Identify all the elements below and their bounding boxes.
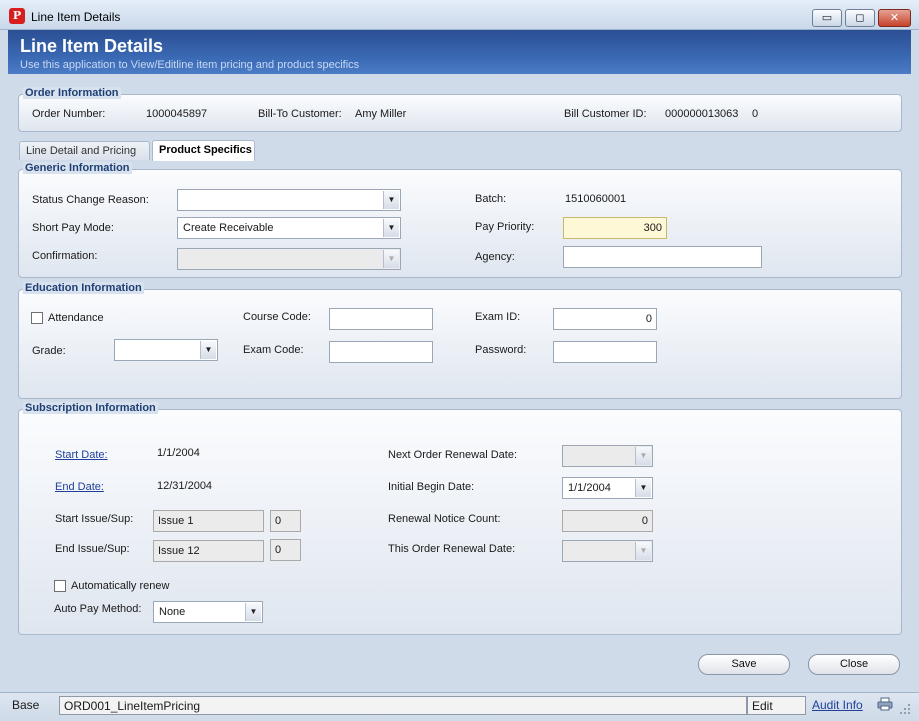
password-label: Password:: [475, 344, 527, 356]
this-order-renewal-date-label: This Order Renewal Date:: [388, 543, 516, 555]
header-banner: Line Item Details Use this application t…: [8, 30, 911, 74]
tab-product-specifics[interactable]: Product Specifics: [152, 140, 255, 161]
attendance-checkbox[interactable]: [31, 312, 43, 324]
minimize-button[interactable]: ▭: [812, 9, 842, 27]
education-information-legend: Education Information: [23, 282, 144, 294]
start-issue-input[interactable]: Issue 1: [153, 510, 264, 532]
window-titlebar: P Line Item Details ▭ ◻ ✕: [0, 0, 919, 30]
generic-information-panel: [18, 169, 902, 278]
start-date-value: 1/1/2004: [157, 447, 200, 459]
start-issue-sup-input[interactable]: 0: [270, 510, 301, 532]
page-subtitle: Use this application to View/Editline it…: [20, 59, 360, 71]
automatically-renew-checkbox[interactable]: [54, 580, 66, 592]
password-input[interactable]: [553, 341, 657, 363]
resize-grip-icon[interactable]: [899, 703, 911, 715]
page-title: Line Item Details: [20, 36, 164, 56]
pay-priority-input[interactable]: 300: [563, 217, 667, 239]
initial-begin-date-select[interactable]: 1/1/2004 ▼: [562, 477, 653, 499]
start-issue-label: Start Issue/Sup:: [55, 513, 134, 525]
next-order-renewal-date-select[interactable]: ▼: [562, 445, 653, 467]
grade-select[interactable]: ▼: [114, 339, 218, 361]
chevron-down-icon[interactable]: ▼: [383, 219, 399, 237]
automatically-renew-label: Automatically renew: [71, 580, 170, 592]
auto-pay-method-value: None: [159, 606, 186, 618]
order-number-value: 1000045897: [146, 108, 208, 120]
agency-input[interactable]: [563, 246, 762, 268]
exam-code-label: Exam Code:: [243, 344, 304, 356]
bill-customer-id-suffix: 0: [752, 108, 759, 120]
audit-info-link[interactable]: Audit Info: [812, 698, 863, 712]
save-button[interactable]: Save: [698, 654, 790, 675]
status-change-reason-label: Status Change Reason:: [32, 194, 149, 206]
status-base-label: Base: [12, 698, 40, 712]
bill-customer-id-value: 000000013063: [665, 108, 739, 120]
chevron-down-icon[interactable]: ▼: [245, 603, 261, 621]
start-date-link[interactable]: Start Date:: [55, 449, 108, 461]
course-code-input[interactable]: [329, 308, 433, 330]
order-information-legend: Order Information: [23, 87, 121, 99]
printer-icon[interactable]: [877, 697, 893, 711]
status-bar: Base ORD001_LineItemPricing Edit Audit I…: [0, 692, 919, 721]
renewal-notice-count-label: Renewal Notice Count:: [388, 513, 501, 525]
close-button[interactable]: Close: [808, 654, 900, 675]
chevron-down-icon[interactable]: ▼: [635, 479, 651, 497]
window-title: Line Item Details: [31, 10, 121, 24]
close-window-button[interactable]: ✕: [878, 9, 911, 27]
batch-value: 1510060001: [565, 193, 627, 205]
order-number-label: Order Number:: [32, 108, 106, 120]
end-date-value: 12/31/2004: [157, 480, 213, 492]
chevron-down-icon[interactable]: ▼: [635, 447, 651, 465]
end-issue-sup-input[interactable]: 0: [270, 539, 301, 561]
course-code-label: Course Code:: [243, 311, 311, 323]
maximize-button[interactable]: ◻: [845, 9, 875, 27]
status-form-name: ORD001_LineItemPricing: [59, 696, 747, 715]
agency-label: Agency:: [475, 251, 515, 263]
chevron-down-icon[interactable]: ▼: [383, 191, 399, 209]
bill-customer-id-label: Bill Customer ID:: [564, 108, 647, 120]
subscription-information-legend: Subscription Information: [23, 402, 158, 414]
tab-line-detail-and-pricing[interactable]: Line Detail and Pricing: [19, 141, 150, 160]
confirmation-label: Confirmation:: [32, 250, 98, 262]
end-date-link[interactable]: End Date:: [55, 481, 104, 493]
end-issue-label: End Issue/Sup:: [55, 543, 130, 555]
renewal-notice-count-input[interactable]: 0: [562, 510, 653, 532]
initial-begin-date-label: Initial Begin Date:: [388, 481, 475, 493]
confirmation-select[interactable]: ▼: [177, 248, 401, 270]
generic-information-legend: Generic Information: [23, 162, 132, 174]
batch-label: Batch:: [475, 193, 507, 205]
short-pay-mode-select[interactable]: Create Receivable ▼: [177, 217, 401, 239]
chevron-down-icon[interactable]: ▼: [635, 542, 651, 560]
short-pay-mode-label: Short Pay Mode:: [32, 222, 114, 234]
status-change-reason-select[interactable]: ▼: [177, 189, 401, 211]
status-mode: Edit: [747, 696, 806, 715]
bill-to-customer-label: Bill-To Customer:: [258, 108, 342, 120]
end-issue-input[interactable]: Issue 12: [153, 540, 264, 562]
exam-id-input[interactable]: 0: [553, 308, 657, 330]
initial-begin-date-value: 1/1/2004: [568, 482, 611, 494]
this-order-renewal-date-select[interactable]: ▼: [562, 540, 653, 562]
bill-to-customer-value: Amy Miller: [355, 108, 407, 120]
exam-id-label: Exam ID:: [475, 311, 521, 323]
auto-pay-method-label: Auto Pay Method:: [54, 603, 142, 615]
next-order-renewal-date-label: Next Order Renewal Date:: [388, 449, 517, 461]
grade-label: Grade:: [32, 345, 66, 357]
app-icon: P: [9, 8, 25, 24]
short-pay-mode-value: Create Receivable: [183, 222, 274, 234]
pay-priority-label: Pay Priority:: [475, 221, 535, 233]
exam-code-input[interactable]: [329, 341, 433, 363]
auto-pay-method-select[interactable]: None ▼: [153, 601, 263, 623]
chevron-down-icon[interactable]: ▼: [200, 341, 216, 359]
attendance-label: Attendance: [48, 312, 104, 324]
chevron-down-icon[interactable]: ▼: [383, 250, 399, 268]
